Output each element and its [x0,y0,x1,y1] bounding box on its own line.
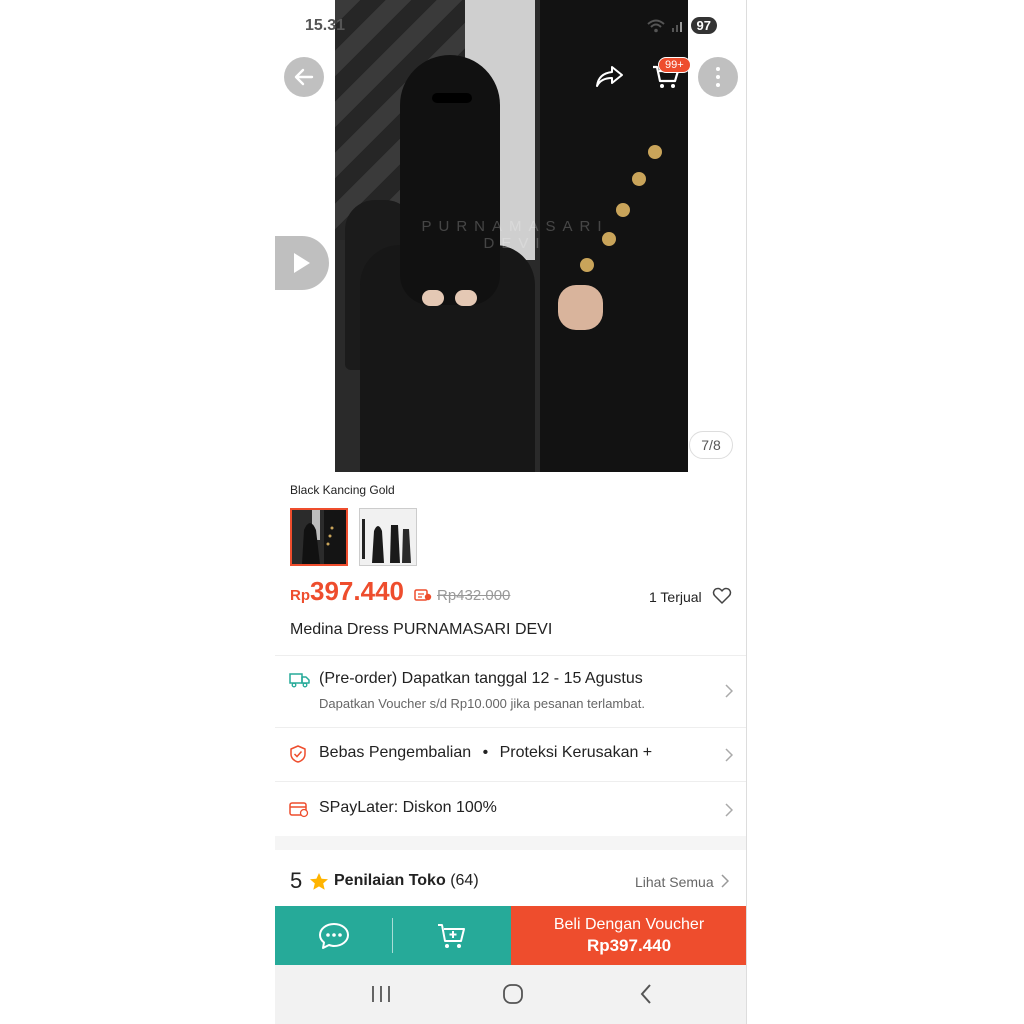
chevron-right-icon [725,748,733,762]
add-to-cart-icon [438,923,465,948]
rating-title: Penilaian Toko (64) [334,872,479,890]
bullet-separator: • [482,744,489,761]
image-counter: 7/8 [689,431,733,459]
home-icon [503,984,523,1004]
damage-protection-label: Proteksi Kerusakan + [499,744,653,761]
add-to-cart-button[interactable] [393,906,511,965]
chevron-right-icon [725,684,733,698]
recent-apps-icon [372,986,390,1002]
chevron-right-icon [725,803,733,817]
star-icon [310,873,328,890]
photo-watermark: PURNAMASARI DEVI [421,218,609,252]
system-back-button[interactable] [631,982,661,1006]
share-icon [596,66,623,87]
sold-count: 1 Terjual [649,589,702,605]
system-navigation-bar [275,965,746,1024]
variant-selected-label: Black Kancing Gold [290,483,395,497]
variant-thumbnail-image [292,510,346,564]
variant-thumbnail[interactable] [359,508,417,566]
variant-thumbnail-image [360,509,416,565]
shield-icon [290,745,306,763]
buy-button-price: Rp397.440 [586,935,672,955]
guarantee-row[interactable]: Bebas Pengembalian • Proteksi Kerusakan … [275,728,746,781]
price-amount: 397.440 [310,576,404,606]
paylater-icon [289,802,309,818]
see-all-link[interactable]: Lihat Semua [635,874,714,890]
paylater-label: SPayLater: Diskon 100% [319,799,497,816]
back-button[interactable] [284,57,324,97]
rating-title-label: Penilaian Toko [334,872,446,889]
product-photo[interactable]: PURNAMASARI DEVI [335,0,688,472]
chat-button[interactable] [275,906,393,965]
recent-apps-button[interactable] [366,982,396,1006]
back-icon [640,984,651,1004]
truck-icon [289,673,310,688]
bottom-action-bar: Beli Dengan Voucher Rp397.440 [275,906,746,965]
section-gap [275,836,746,850]
shipping-row[interactable]: (Pre-order) Dapatkan tanggal 12 - 15 Agu… [275,656,746,727]
return-policy-label: Bebas Pengembalian [319,744,472,761]
back-arrow-icon [294,68,314,86]
guarantee-text: Bebas Pengembalian • Proteksi Kerusakan … [319,744,652,762]
paylater-row[interactable]: SPayLater: Diskon 100% [275,782,746,836]
wifi-icon [646,19,665,32]
heart-icon[interactable] [712,587,732,605]
currency-label: Rp [290,587,310,604]
cart-count-badge: 99+ [658,57,691,73]
rating-score: 5 [290,868,303,893]
signal-icon [671,21,682,32]
shipping-subtitle: Dapatkan Voucher s/d Rp10.000 jika pesan… [319,696,645,711]
status-time: 15.31 [305,17,346,34]
more-button[interactable] [698,57,738,97]
rating-count: (64) [450,872,479,889]
home-button[interactable] [498,982,528,1006]
more-icon [716,67,720,87]
battery-level: 97 [690,17,717,34]
product-title: Medina Dress PURNAMASARI DEVI [290,621,553,638]
buy-with-voucher-button[interactable]: Beli Dengan Voucher Rp397.440 [511,906,746,965]
status-indicators: 97 [646,17,717,34]
chevron-right-icon[interactable] [721,874,729,888]
product-gallery[interactable]: PURNAMASARI DEVI 15.31 97 99+ 7/8 [275,0,746,472]
current-price: Rp 397.440 [290,576,404,607]
original-price: Rp432.000 [437,587,511,604]
play-video-button[interactable] [275,236,329,290]
voucher-price-icon [414,589,432,601]
photo-model-seated [360,55,535,472]
buy-button-label: Beli Dengan Voucher [553,915,705,933]
play-icon [294,253,310,273]
chat-icon [319,922,349,949]
share-button[interactable] [590,57,630,97]
variant-thumbnail-selected[interactable] [290,508,348,566]
app-screen: PURNAMASARI DEVI 15.31 97 99+ 7/8 Black … [275,0,747,1024]
shipping-title: (Pre-order) Dapatkan tanggal 12 - 15 Agu… [319,670,643,687]
